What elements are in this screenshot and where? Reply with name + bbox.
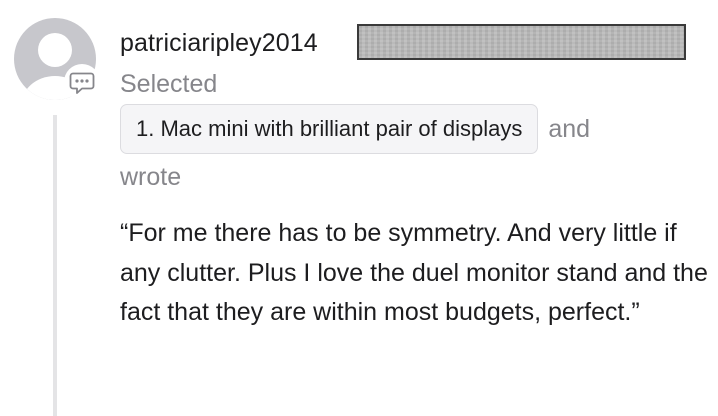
comment-header: patriciaripley2014 (120, 23, 686, 63)
wrote-label: wrote (120, 163, 182, 191)
and-label: and (548, 115, 591, 143)
choice-chip[interactable]: 1. Mac mini with brilliant pair of displ… (120, 104, 539, 154)
redaction-block (357, 24, 686, 60)
thread-line (53, 115, 57, 416)
user-avatar-group[interactable] (14, 18, 100, 102)
comment-bubble-icon (64, 64, 100, 100)
choice-row: 1. Mac mini with brilliant pair of displ… (120, 104, 590, 154)
selected-label: Selected (120, 70, 218, 98)
username-link[interactable]: patriciaripley2014 (120, 23, 318, 63)
comment-quote: “For me there has to be symmetry. And ve… (120, 219, 708, 326)
